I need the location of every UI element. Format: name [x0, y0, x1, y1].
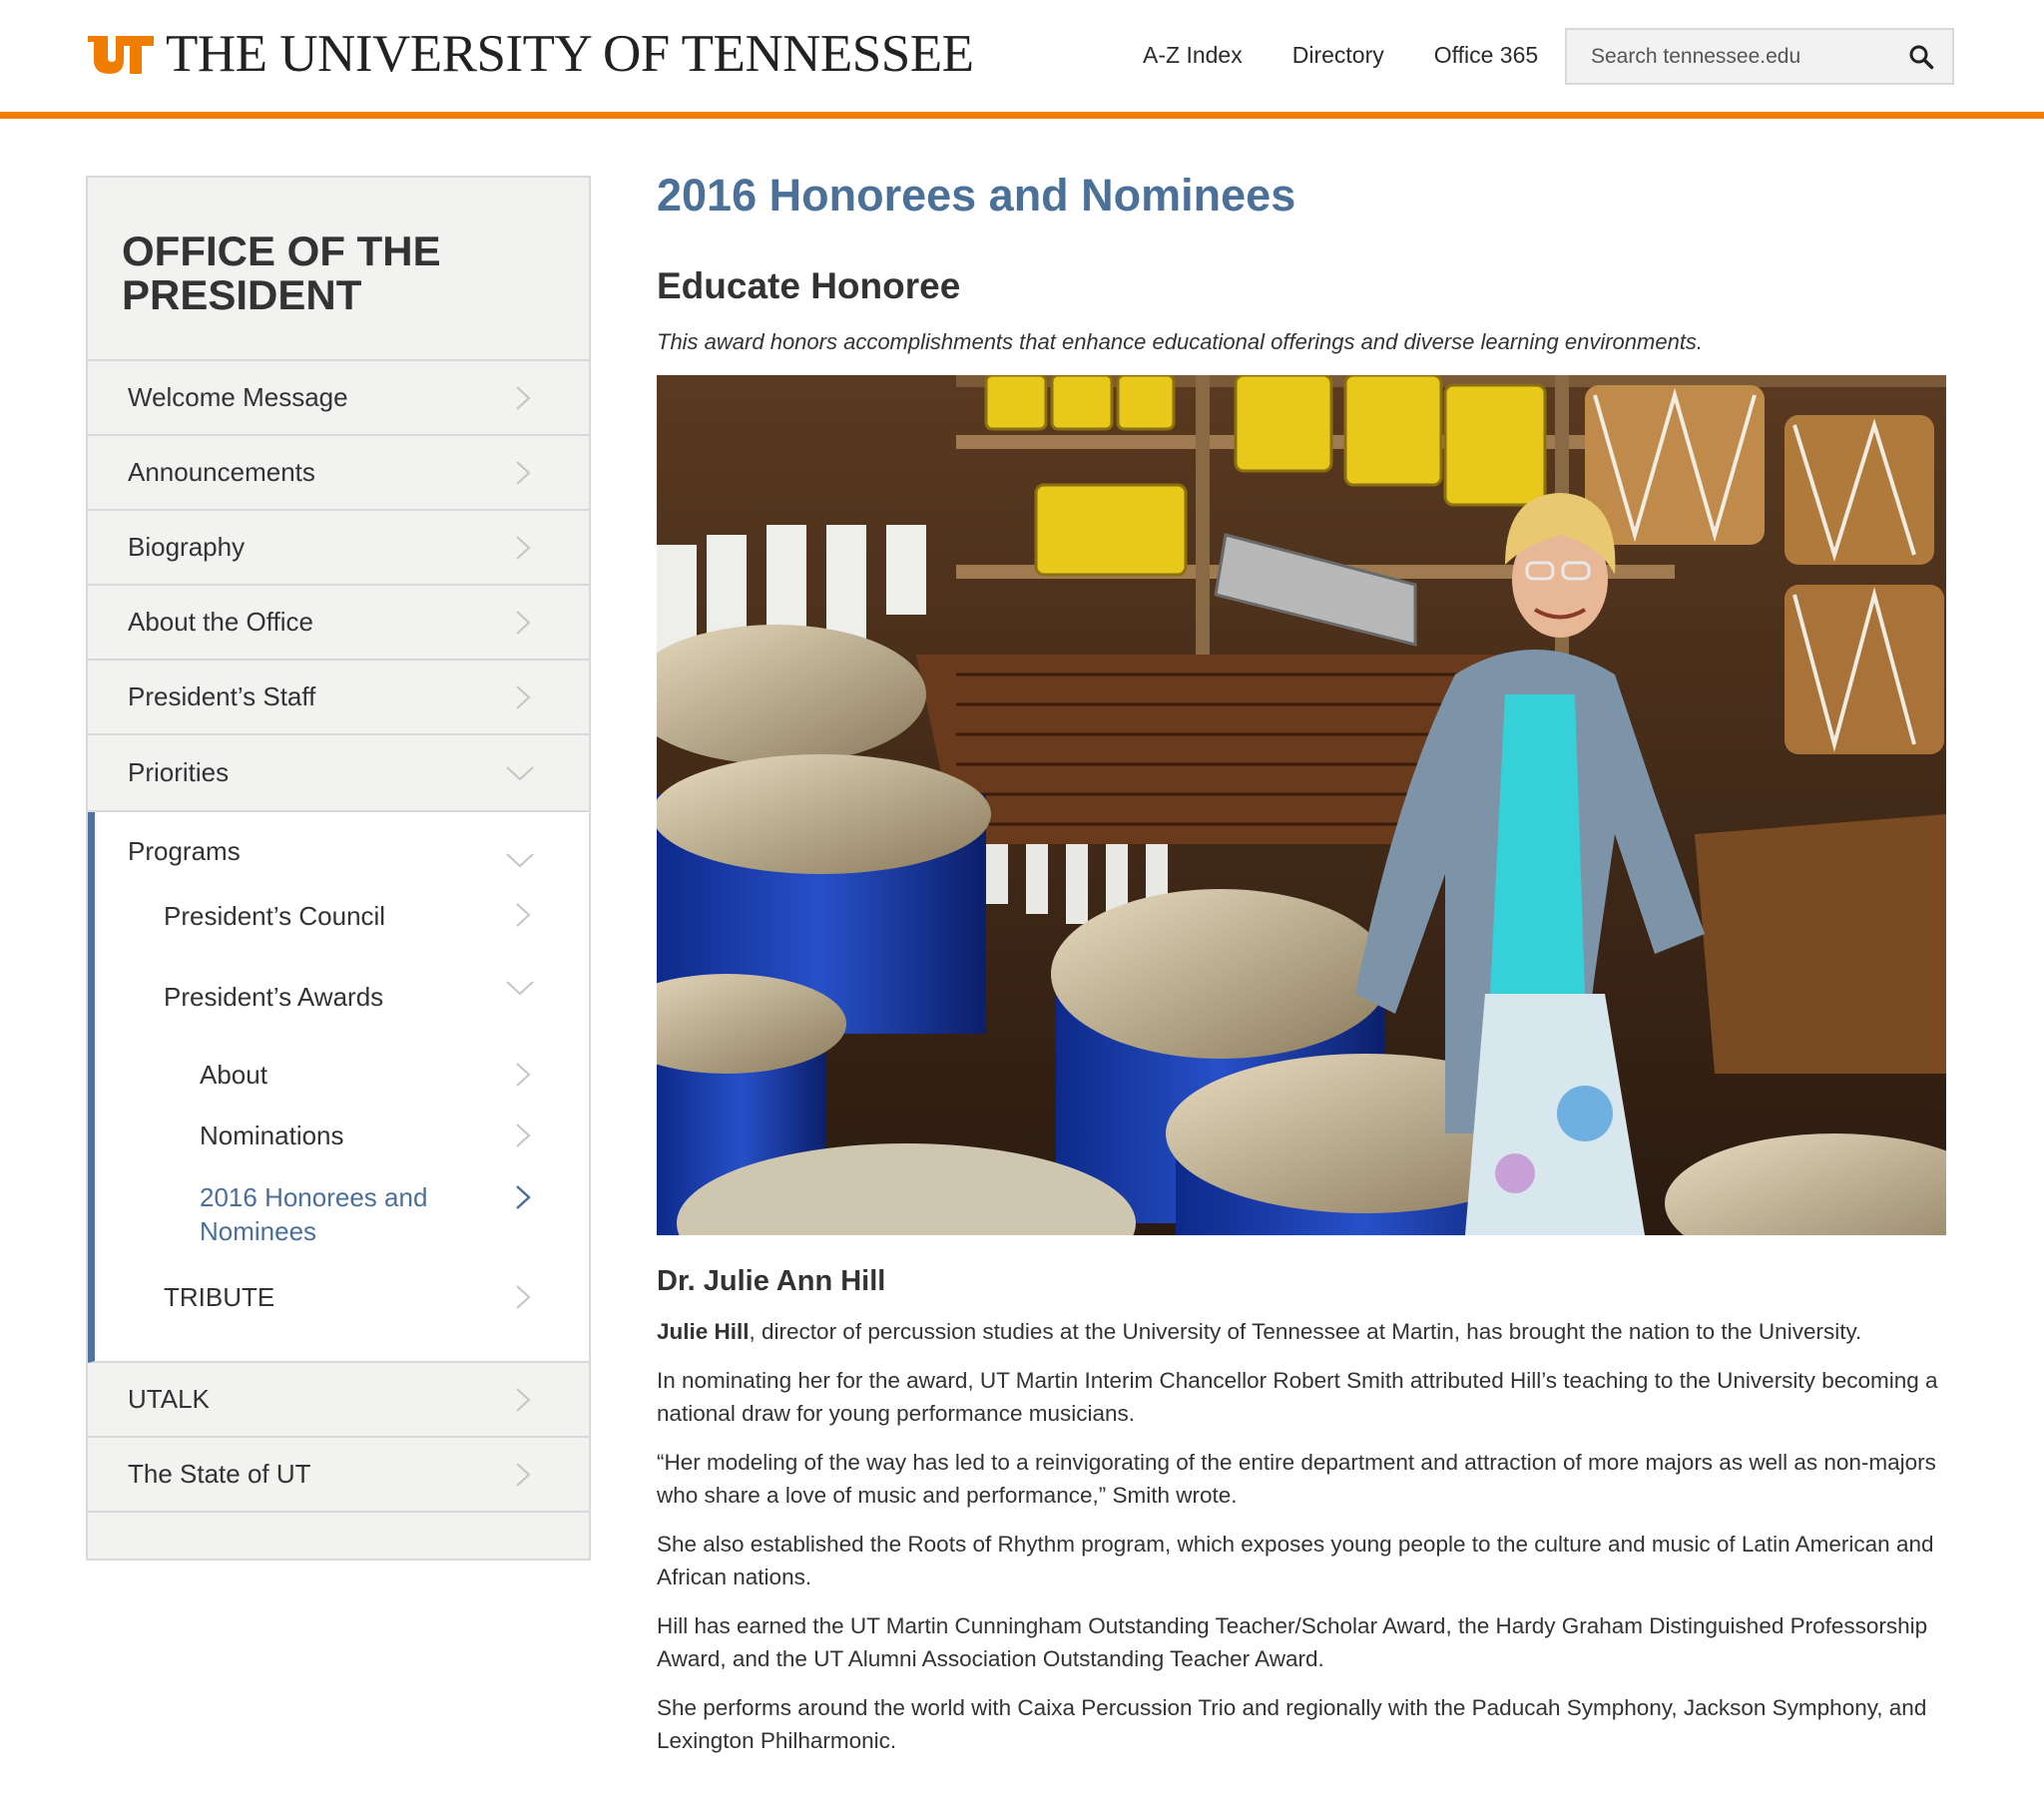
chevron-right-icon [516, 460, 531, 485]
page-title: 2016 Honorees and Nominees [657, 170, 1296, 221]
search-input[interactable] [1567, 44, 1886, 69]
chevron-right-icon [516, 1185, 531, 1209]
chevron-right-icon [516, 1123, 531, 1147]
chevron-right-icon [516, 1063, 531, 1087]
sidebar-item-nominations[interactable]: Nominations [200, 1119, 344, 1152]
sidebar-item-announcements[interactable]: Announcements [88, 436, 589, 511]
honoree-photo [657, 375, 1946, 1235]
chevron-down-icon [506, 853, 534, 868]
sidebar-item-presidents-staff[interactable]: President’s Staff [88, 661, 589, 735]
top-nav: A-Z Index Directory Office 365 [1143, 42, 1538, 69]
sidebar-item-about-office[interactable]: About the Office [88, 586, 589, 661]
sidebar-item-programs[interactable]: Programs [128, 834, 241, 868]
sidebar-item-welcome-message[interactable]: Welcome Message [88, 361, 589, 436]
site-header: THE UNIVERSITY OF TENNESSEE A-Z Index Di… [0, 0, 2044, 119]
bio-paragraph: Hill has earned the UT Martin Cunningham… [657, 1613, 1928, 1671]
sidebar-title: OFFICE OF THE PRESIDENT [88, 178, 589, 361]
sidebar-item-label: Announcements [128, 457, 315, 487]
bio-paragraph: Julie Hill, director of percussion studi… [657, 1319, 1862, 1344]
chevron-right-icon [516, 610, 531, 635]
sidebar-item-priorities[interactable]: Priorities [88, 735, 589, 812]
bio-paragraph: She performs around the world with Caixa… [657, 1695, 1927, 1753]
sidebar-item-tribute[interactable]: TRIBUTE [164, 1280, 274, 1314]
chevron-down-icon [506, 981, 534, 996]
bio-paragraph: “Her modeling of the way has led to a re… [657, 1450, 1936, 1508]
chevron-right-icon [516, 535, 531, 560]
university-logo[interactable]: THE UNIVERSITY OF TENNESSEE [86, 24, 974, 84]
honoree-name: Dr. Julie Ann Hill [657, 1265, 886, 1297]
sidebar-item-label: Welcome Message [128, 382, 348, 412]
sidebar-programs-section: Programs President’s Council President’s… [88, 812, 589, 1363]
search-box [1565, 28, 1954, 85]
sidebar-item-label: About the Office [128, 607, 313, 637]
sidebar-item-about[interactable]: About [200, 1058, 267, 1092]
chevron-right-icon [516, 903, 531, 927]
sidebar-item-label: President’s Staff [128, 681, 316, 711]
sidebar-item-biography[interactable]: Biography [88, 511, 589, 586]
bio-paragraph: She also established the Roots of Rhythm… [657, 1532, 1934, 1589]
bio-paragraph: In nominating her for the award, UT Mart… [657, 1368, 1938, 1426]
chevron-right-icon [516, 385, 531, 410]
chevron-right-icon [516, 1387, 531, 1412]
chevron-right-icon [516, 1285, 531, 1309]
sidebar-item-label: The State of UT [128, 1459, 311, 1489]
chevron-right-icon [516, 684, 531, 709]
nav-directory[interactable]: Directory [1292, 42, 1384, 69]
search-icon[interactable] [1908, 44, 1934, 70]
sidebar-item-presidents-awards[interactable]: President’s Awards [164, 980, 383, 1014]
section-title: Educate Honoree [657, 265, 961, 306]
sidebar-item-presidents-council[interactable]: President’s Council [164, 899, 385, 933]
honoree-photo-illustration [657, 375, 1946, 1235]
sidebar-item-2016-honorees[interactable]: 2016 Honorees and Nominees [200, 1180, 427, 1248]
sidebar-item-state-of-ut[interactable]: The State of UT [88, 1438, 589, 1513]
nav-az-index[interactable]: A-Z Index [1143, 42, 1243, 69]
chevron-down-icon [506, 765, 534, 780]
ut-logo-icon [88, 36, 154, 74]
sidebar-nav: OFFICE OF THE PRESIDENT Welcome Message … [86, 176, 591, 1561]
logo-text: THE UNIVERSITY OF TENNESSEE [166, 25, 974, 83]
sidebar-item-label: UTALK [128, 1384, 210, 1414]
sidebar-item-utalk[interactable]: UTALK [88, 1363, 589, 1438]
award-description: This award honors accomplishments that e… [657, 329, 1704, 354]
nav-office-365[interactable]: Office 365 [1434, 42, 1538, 69]
honoree-bio: Julie Hill, director of percussion studi… [657, 1315, 1946, 1773]
sidebar-item-label: Biography [128, 532, 246, 562]
sidebar-item-label: Priorities [128, 757, 230, 787]
chevron-right-icon [516, 1462, 531, 1487]
